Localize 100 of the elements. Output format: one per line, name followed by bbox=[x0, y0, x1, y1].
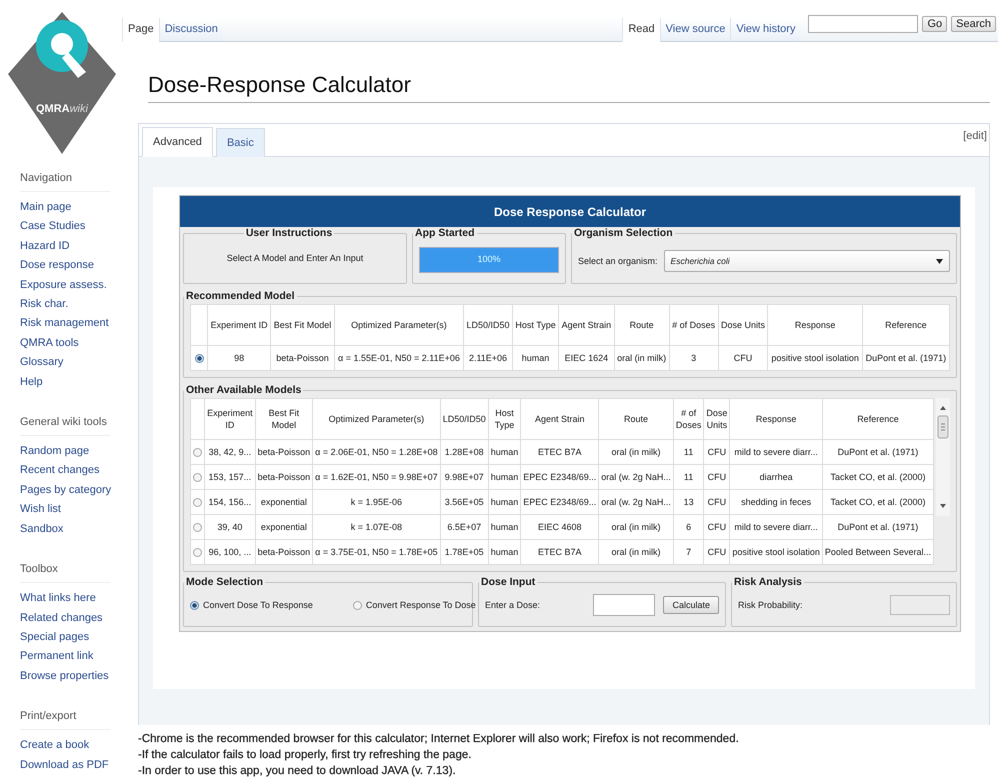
radio-button[interactable] bbox=[193, 548, 202, 558]
table-cell: 38, 42, 9... bbox=[204, 440, 256, 464]
edit-link[interactable]: [edit] bbox=[963, 130, 987, 142]
table-cell: 3 bbox=[669, 346, 718, 370]
column-header: Agent Strain bbox=[520, 398, 599, 440]
table-cell: 3.56E+05 bbox=[440, 490, 488, 514]
table-cell: shedding in feces bbox=[730, 490, 822, 514]
sidebar-link[interactable]: Browse properties bbox=[20, 666, 109, 686]
search-button[interactable]: Search bbox=[951, 16, 996, 32]
table-cell: CFU bbox=[704, 514, 730, 540]
sidebar-link[interactable]: Sandbox bbox=[20, 520, 64, 540]
field-label: Enter a Dose: bbox=[485, 600, 540, 610]
group-legend: Other Available Models bbox=[184, 384, 304, 396]
sidebar-link[interactable]: Recent changes bbox=[20, 461, 100, 481]
page-tab[interactable]: Read bbox=[622, 18, 660, 42]
table-cell: beta-Poisson bbox=[270, 346, 334, 370]
table-cell: 11 bbox=[673, 464, 704, 490]
group-legend: Dose Input bbox=[479, 576, 538, 588]
column-header: Agent Strain bbox=[558, 304, 614, 346]
dose-field[interactable] bbox=[593, 594, 656, 616]
radio-button[interactable] bbox=[193, 448, 202, 458]
table-cell: 6 bbox=[673, 514, 704, 540]
sidebar-link[interactable]: Create a book bbox=[20, 736, 90, 756]
caret-icon bbox=[936, 258, 943, 264]
sidebar-link[interactable]: Glossary bbox=[20, 353, 64, 373]
sidebar-link[interactable]: Wish list bbox=[20, 500, 61, 520]
table-cell: α = 1.62E-01, N50 = 9.98E+07 bbox=[312, 464, 440, 490]
table-cell: 154, 156... bbox=[204, 490, 256, 514]
column-header: Dose Units bbox=[704, 398, 730, 440]
sidebar-link[interactable]: Dose response bbox=[20, 256, 94, 276]
group-legend: Organism Selection bbox=[572, 227, 675, 239]
column-header: Reference bbox=[862, 304, 950, 346]
table-cell: 11 bbox=[673, 440, 704, 464]
table-cell: oral (w. 2g NaH... bbox=[598, 490, 674, 514]
radio-button[interactable] bbox=[193, 473, 202, 482]
table-cell: oral (in milk) bbox=[598, 514, 674, 540]
sidebar-link[interactable]: Random page bbox=[20, 442, 90, 462]
radio-button[interactable] bbox=[193, 498, 202, 508]
table-cell: α = 2.06E-01, N50 = 1.28E+08 bbox=[312, 440, 440, 464]
radio-option[interactable]: Convert Response To Dose bbox=[352, 600, 476, 610]
table-cell: Tacket CO, et al. (2000) bbox=[822, 464, 934, 490]
sidebar-link[interactable]: Related changes bbox=[20, 608, 103, 628]
table-cell: 9.98E+07 bbox=[440, 464, 488, 490]
table-cell: CFU bbox=[704, 540, 730, 564]
table-cell: DuPont et al. (1971) bbox=[862, 346, 950, 370]
sidebar-link[interactable]: Pages by category bbox=[20, 480, 112, 500]
sidebar-link[interactable]: Permanent link bbox=[20, 647, 94, 667]
table-cell: oral (in milk) bbox=[598, 440, 674, 464]
sidebar-link[interactable]: Risk char. bbox=[20, 295, 68, 314]
table-cell: Tacket CO, et al. (2000) bbox=[822, 490, 934, 514]
instruction-text: Select A Model and Enter An Input bbox=[226, 253, 364, 263]
column-header: Host Type bbox=[512, 304, 559, 346]
table-cell: oral (in milk) bbox=[598, 540, 674, 564]
page-tab[interactable]: View source bbox=[660, 18, 730, 42]
sidebar-link[interactable]: Help bbox=[20, 372, 43, 392]
page-tab[interactable]: Page bbox=[122, 18, 159, 42]
table-cell: ETEC B7A bbox=[520, 540, 599, 564]
table-cell: oral (w. 2g NaH... bbox=[598, 464, 674, 490]
search-field[interactable] bbox=[808, 15, 918, 33]
table-cell: DuPont et al. (1971) bbox=[822, 514, 934, 540]
radio-option[interactable]: Convert Dose To Response bbox=[190, 600, 313, 610]
page-tab[interactable]: Discussion bbox=[158, 18, 223, 42]
sidebar-link[interactable]: Special pages bbox=[20, 628, 90, 648]
table-cell: human bbox=[488, 464, 521, 490]
table-cell: human bbox=[512, 346, 559, 370]
sidebar-heading: Navigation bbox=[20, 158, 110, 192]
table-cell: human bbox=[488, 490, 521, 514]
table-cell: 96, 100, ... bbox=[204, 540, 256, 564]
column-header: Response bbox=[730, 398, 822, 440]
group-legend: App Started bbox=[413, 227, 477, 239]
sidebar-link[interactable]: Hazard ID bbox=[20, 236, 70, 256]
content-tab[interactable]: Basic bbox=[216, 128, 265, 157]
sidebar-link[interactable]: Case Studies bbox=[20, 217, 86, 237]
content-tab[interactable]: Advanced bbox=[142, 127, 213, 157]
radio-button[interactable] bbox=[193, 523, 202, 532]
sidebar-link[interactable]: What links here bbox=[20, 589, 96, 608]
sidebar-link[interactable]: Download as PDF bbox=[20, 756, 109, 775]
radio-button[interactable] bbox=[194, 354, 204, 364]
page-tab[interactable]: View history bbox=[730, 18, 800, 42]
calculate-button[interactable]: Calculate bbox=[663, 596, 719, 614]
sidebar-link[interactable]: QMRA tools bbox=[20, 334, 79, 354]
table-cell: EIEC 1624 bbox=[558, 346, 614, 370]
group-legend: Mode Selection bbox=[184, 576, 266, 588]
column-header: Dose Units bbox=[718, 304, 768, 346]
go-button[interactable]: Go bbox=[922, 16, 948, 32]
column-header: Experiment ID bbox=[208, 304, 271, 346]
sidebar-link[interactable]: Exposure assess. bbox=[20, 276, 107, 296]
sidebar-link[interactable]: Main page bbox=[20, 198, 72, 218]
table-cell: EPEC E2348/69... bbox=[520, 464, 599, 490]
table-cell: exponential bbox=[255, 514, 313, 540]
column-header: Host Type bbox=[488, 398, 521, 440]
column-header: Best Fit Model bbox=[270, 304, 334, 346]
field-label: Select an organism: bbox=[578, 256, 658, 266]
sidebar-link[interactable]: Risk management bbox=[20, 314, 109, 334]
table-cell: α = 1.55E-01, N50 = 2.11E+06 bbox=[334, 346, 464, 370]
table-cell: 6.5E+07 bbox=[440, 514, 488, 540]
group-legend: Risk Analysis bbox=[732, 576, 804, 588]
column-header: LD50/ID50 bbox=[464, 304, 512, 346]
organism-dropdown[interactable]: Escherichia coli bbox=[664, 250, 950, 272]
table-cell: positive stool isolation bbox=[768, 346, 862, 370]
